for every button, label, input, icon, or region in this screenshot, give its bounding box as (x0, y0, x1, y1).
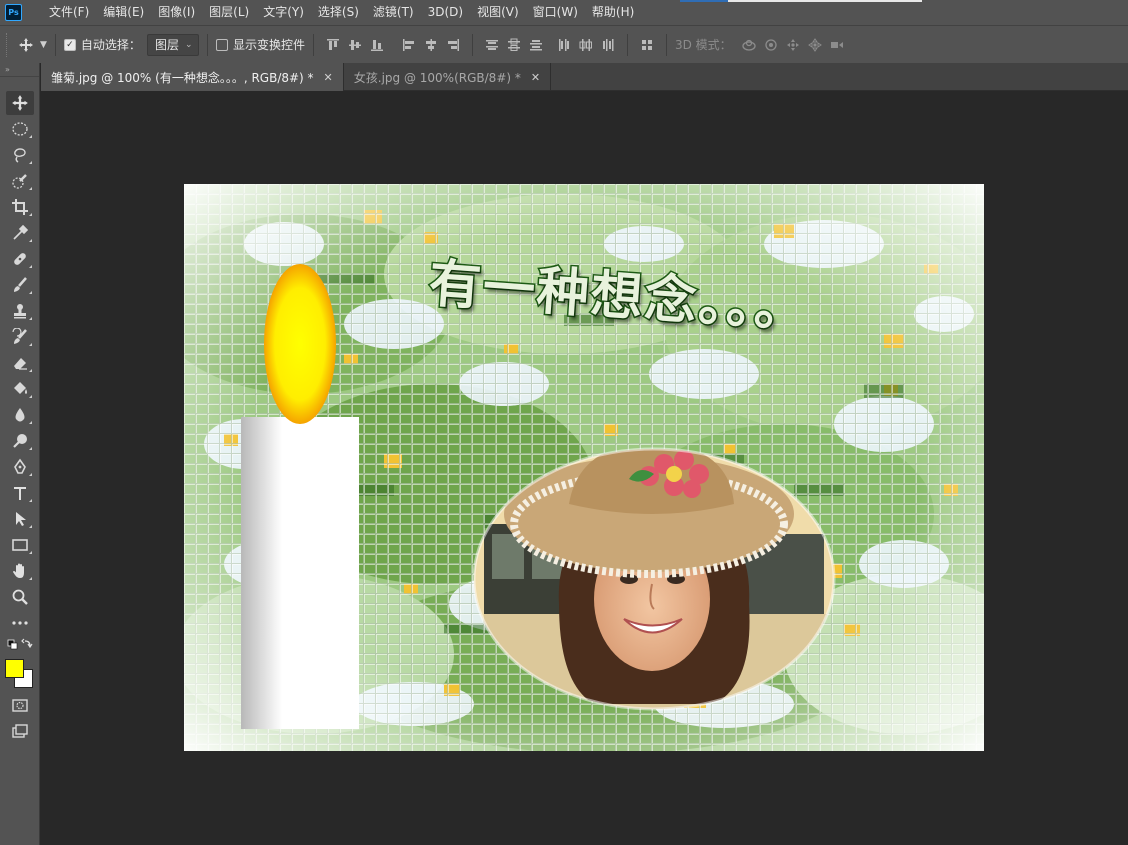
menu-file[interactable]: 文件(F) (42, 0, 96, 25)
menu-3d[interactable]: 3D(D) (421, 0, 470, 25)
title-strip (680, 0, 922, 2)
eraser-tool-icon[interactable] (6, 351, 34, 375)
separator (54, 33, 56, 56)
screen-mode-icon[interactable] (6, 719, 34, 743)
auto-align-layers-icon[interactable] (636, 34, 658, 56)
lasso-tool-icon[interactable] (6, 143, 34, 167)
document-canvas[interactable]: 有一种想念。。。 (184, 184, 984, 751)
dodge-tool-icon[interactable] (6, 429, 34, 453)
healing-brush-tool-icon[interactable] (6, 247, 34, 271)
align-horizontal-centers-icon[interactable] (420, 34, 442, 56)
chevron-down-icon: ⌄ (184, 39, 193, 50)
quick-mask-icon[interactable] (6, 693, 34, 717)
paint-bucket-tool-icon[interactable] (6, 377, 34, 401)
3d-orbit-icon[interactable] (738, 34, 760, 56)
menu-bar: Ps 文件(F) 编辑(E) 图像(I) 图层(L) 文字(Y) 选择(S) 滤… (0, 0, 1128, 25)
menu-help[interactable]: 帮助(H) (585, 0, 641, 25)
eyedropper-tool-icon[interactable] (6, 221, 34, 245)
close-icon[interactable]: ✕ (531, 71, 540, 84)
3d-slide-icon[interactable] (804, 34, 826, 56)
options-bar: ▼ ✓ 自动选择： 图层 ⌄ 显示变换控件 3D 模式： (0, 25, 1128, 63)
menu-view[interactable]: 视图(V) (470, 0, 526, 25)
auto-select-checkbox[interactable]: ✓ (63, 38, 76, 51)
crop-tool-icon[interactable] (6, 195, 34, 219)
marquee-tool-icon[interactable] (6, 117, 34, 141)
distribute-vertical-centers-icon[interactable] (503, 34, 525, 56)
close-icon[interactable]: ✕ (324, 71, 333, 84)
3d-roll-icon[interactable] (760, 34, 782, 56)
canvas-area[interactable]: 有一种想念。。。 (41, 92, 1128, 845)
3d-scale-icon[interactable] (826, 34, 848, 56)
photoshop-logo-icon: Ps (5, 4, 22, 21)
distribute-left-edges-icon[interactable] (553, 34, 575, 56)
3d-mode-label: 3D 模式： (674, 38, 732, 52)
document-tab-daisy[interactable]: 雏菊.jpg @ 100% (有一种想念。。。, RGB/8#) * ✕ (41, 63, 344, 91)
separator (312, 33, 314, 56)
menu-layer[interactable]: 图层(L) (202, 0, 256, 25)
auto-select-label: 自动选择： (80, 38, 141, 52)
blur-tool-icon[interactable] (6, 403, 34, 427)
separator (206, 33, 208, 56)
document-tab-label: 女孩.jpg @ 100%(RGB/8#) * (353, 70, 521, 85)
more-tools-icon[interactable] (6, 611, 34, 635)
move-tool-preset-icon[interactable] (18, 37, 34, 53)
separator (626, 33, 628, 56)
chevron-down-icon[interactable]: ▼ (40, 40, 47, 50)
auto-select-target-dropdown[interactable]: 图层 ⌄ (146, 33, 199, 56)
align-bottom-edges-icon[interactable] (366, 34, 388, 56)
rectangle-tool-icon[interactable] (6, 533, 34, 557)
path-selection-tool-icon[interactable] (6, 507, 34, 531)
align-left-edges-icon[interactable] (398, 34, 420, 56)
align-top-edges-icon[interactable] (322, 34, 344, 56)
document-tab-bar: 雏菊.jpg @ 100% (有一种想念。。。, RGB/8#) * ✕ 女孩.… (41, 63, 1128, 91)
hand-tool-icon[interactable] (6, 559, 34, 583)
quick-selection-tool-icon[interactable] (6, 169, 34, 193)
menu-image[interactable]: 图像(I) (151, 0, 202, 25)
zoom-tool-icon[interactable] (6, 585, 34, 609)
separator (665, 33, 667, 56)
brush-tool-icon[interactable] (6, 273, 34, 297)
show-transform-checkbox[interactable] (215, 38, 228, 51)
toolbar-collapse-icon[interactable]: » (0, 63, 39, 77)
menu-type[interactable]: 文字(Y) (256, 0, 311, 25)
document-tab-girl[interactable]: 女孩.jpg @ 100%(RGB/8#) * ✕ (344, 63, 552, 91)
move-tool-icon[interactable] (6, 91, 34, 115)
pen-tool-icon[interactable] (6, 455, 34, 479)
options-bar-grip[interactable] (6, 32, 10, 57)
clone-stamp-tool-icon[interactable] (6, 299, 34, 323)
document-tab-label: 雏菊.jpg @ 100% (有一种想念。。。, RGB/8#) * (51, 70, 314, 85)
auto-select-target-value: 图层 (154, 38, 179, 52)
tools-panel: » (0, 63, 40, 845)
default-colors-icon[interactable] (6, 637, 34, 653)
show-transform-label: 显示变换控件 (232, 38, 305, 52)
distribute-right-edges-icon[interactable] (597, 34, 619, 56)
menu-select[interactable]: 选择(S) (311, 0, 366, 25)
align-right-edges-icon[interactable] (442, 34, 464, 56)
foreground-color-swatch[interactable] (5, 659, 24, 678)
align-vertical-centers-icon[interactable] (344, 34, 366, 56)
distribute-bottom-edges-icon[interactable] (525, 34, 547, 56)
menu-edit[interactable]: 编辑(E) (96, 0, 151, 25)
type-tool-icon[interactable] (6, 481, 34, 505)
separator (471, 33, 473, 56)
menu-window[interactable]: 窗口(W) (526, 0, 585, 25)
history-brush-tool-icon[interactable] (6, 325, 34, 349)
menu-filter[interactable]: 滤镜(T) (366, 0, 421, 25)
distribute-horizontal-centers-icon[interactable] (575, 34, 597, 56)
3d-pan-icon[interactable] (782, 34, 804, 56)
distribute-top-edges-icon[interactable] (481, 34, 503, 56)
